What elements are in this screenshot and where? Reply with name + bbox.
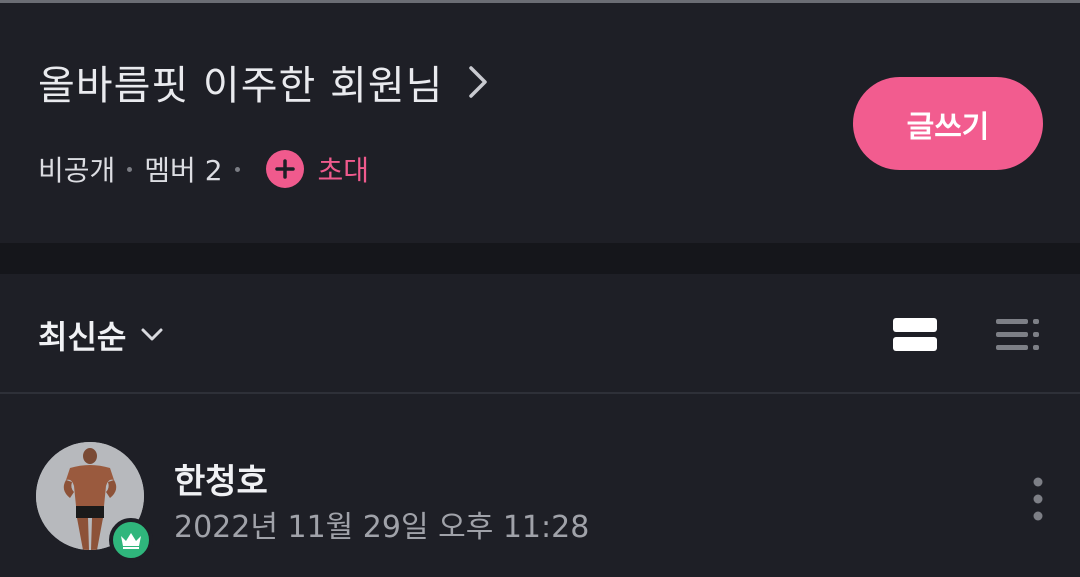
- band-meta: 비공개 멤버 2 초대: [38, 149, 369, 189]
- meta-separator-dot: [127, 166, 133, 172]
- write-post-button[interactable]: 글쓰기: [853, 77, 1043, 170]
- sort-selected-label: 최신순: [38, 318, 127, 356]
- post-timestamp: 2022년 11월 29일 오후 11:28: [174, 510, 590, 545]
- sort-dropdown[interactable]: 최신순: [38, 312, 164, 358]
- crown-icon: [121, 533, 141, 549]
- band-header: 올바름핏 이주한 회원님 비공개 멤버 2 초대 글쓰기: [0, 3, 1080, 243]
- invite-label: 초대: [317, 154, 370, 187]
- invite-button[interactable]: 초대: [265, 149, 370, 189]
- crown-badge: [109, 518, 153, 562]
- meta-separator-dot: [234, 166, 240, 172]
- members-count[interactable]: 멤버 2: [144, 149, 222, 189]
- plus-icon: [265, 150, 304, 188]
- more-options-icon[interactable]: [1024, 476, 1052, 522]
- chevron-down-icon: [141, 328, 163, 341]
- list-view-icon[interactable]: [996, 318, 1040, 352]
- band-title-link[interactable]: 올바름핏 이주한 회원님: [38, 53, 491, 111]
- post-author[interactable]: 한청호: [174, 454, 268, 503]
- band-title: 올바름핏 이주한 회원님: [38, 63, 444, 109]
- sort-bar: 최신순: [0, 274, 1080, 392]
- section-separator: [0, 243, 1080, 274]
- visibility-label: 비공개: [38, 154, 116, 187]
- chevron-right-icon: [469, 66, 488, 98]
- post-item[interactable]: 한청호 2022년 11월 29일 오후 11:28: [0, 394, 1080, 577]
- band-page: 올바름핏 이주한 회원님 비공개 멤버 2 초대 글쓰기 최신순 한청호 202…: [0, 0, 1080, 577]
- card-view-icon[interactable]: [893, 318, 937, 352]
